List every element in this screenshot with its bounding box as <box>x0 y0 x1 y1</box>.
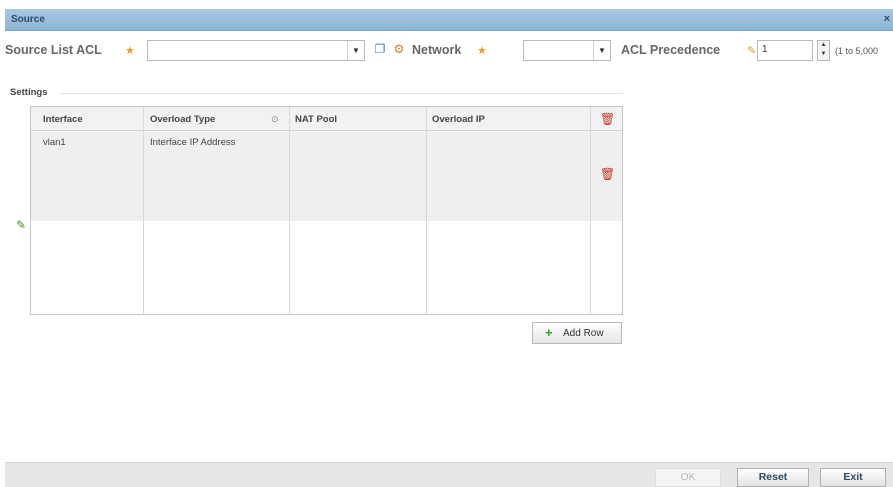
cell-overload-type[interactable]: Interface IP Address <box>150 137 235 148</box>
trash-icon[interactable]: 🗑 <box>600 113 615 125</box>
header-interface[interactable]: Interface <box>43 114 83 125</box>
dialog-title-bar: Source × <box>5 9 893 31</box>
required-star-icon: ★ <box>125 45 135 57</box>
source-list-acl-select[interactable]: ▼ <box>147 40 365 61</box>
acl-precedence-label: ACL Precedence <box>621 43 721 57</box>
column-overload-ip <box>427 107 591 314</box>
create-icon[interactable]: ❐ <box>372 41 388 57</box>
dialog-title: Source <box>11 14 45 25</box>
header-overload-type[interactable]: Overload Type <box>150 114 215 125</box>
dialog-footer: OK Reset Exit <box>5 462 893 487</box>
precedence-spinner[interactable]: ▲ ▼ <box>817 40 830 61</box>
precedence-range-hint: (1 to 5,000 <box>835 46 879 56</box>
close-icon[interactable]: × <box>884 13 890 25</box>
pencil-icon[interactable]: ✎ <box>16 218 26 232</box>
acl-precedence-value: 1 <box>762 44 768 55</box>
spin-up-icon[interactable]: ▲ <box>818 41 829 50</box>
settings-table: Interface Overload Type ⊙ NAT Pool Overl… <box>30 106 623 315</box>
dropdown-arrow-icon: ▼ <box>347 41 364 60</box>
trash-icon[interactable]: 🗑 <box>600 168 615 180</box>
required-pencil-icon: ✎ <box>747 45 757 57</box>
exit-button[interactable]: Exit <box>820 468 886 487</box>
network-select[interactable]: ▼ <box>523 40 611 61</box>
source-form-row: Source List ACL ★ ▼ ❐ ⚙ Network ★ ▼ ACL … <box>5 37 893 67</box>
edit-gear-icon[interactable]: ⚙ <box>391 41 407 57</box>
reset-button[interactable]: Reset <box>737 468 809 487</box>
sort-icon[interactable]: ⊙ <box>271 114 279 125</box>
ok-button[interactable]: OK <box>655 468 721 487</box>
plus-icon: + <box>545 325 553 340</box>
header-nat-pool[interactable]: NAT Pool <box>295 114 337 125</box>
acl-precedence-input[interactable]: 1 <box>757 40 813 61</box>
spin-down-icon[interactable]: ▼ <box>818 50 829 59</box>
column-nat-pool <box>290 107 427 314</box>
network-label: Network <box>412 43 462 57</box>
section-divider <box>60 93 623 94</box>
add-row-button[interactable]: + Add Row <box>532 322 622 344</box>
required-star-icon: ★ <box>477 45 487 57</box>
add-row-label: Add Row <box>563 328 604 339</box>
cell-interface[interactable]: vlan1 <box>43 137 66 148</box>
dropdown-arrow-icon: ▼ <box>593 41 610 60</box>
settings-section-label: Settings <box>10 87 48 98</box>
header-overload-ip[interactable]: Overload IP <box>432 114 485 125</box>
source-list-acl-label: Source List ACL <box>5 43 102 57</box>
